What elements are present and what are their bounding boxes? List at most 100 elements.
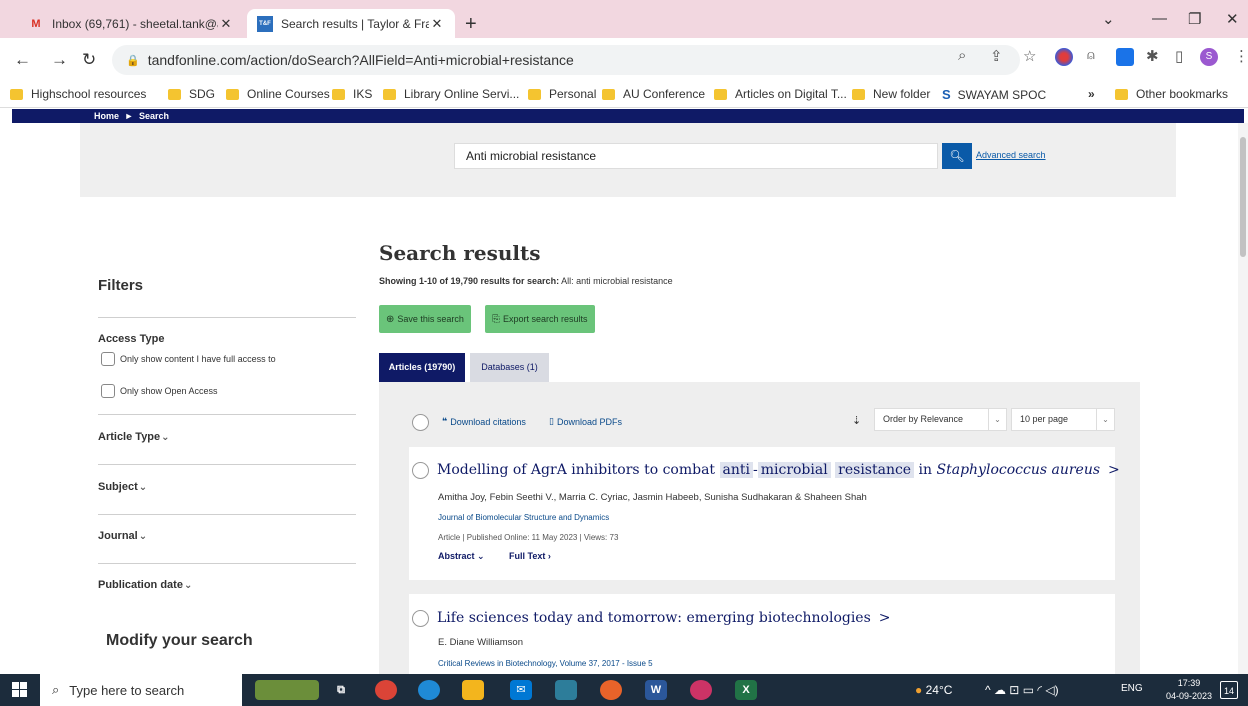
restore-button[interactable]: ❐ [1188, 10, 1201, 28]
tab-gmail[interactable]: M Inbox (69,761) - sheetal.tank@atr ✕ [18, 9, 244, 38]
menu-kebab-icon[interactable]: ⋮ [1234, 47, 1248, 65]
journal-facet[interactable]: Journal⌄ [98, 530, 147, 542]
scrollbar-thumb[interactable] [1240, 137, 1246, 257]
scrollbar[interactable] [1238, 123, 1248, 674]
taskbar-search-input[interactable]: ⌕ Type here to search [40, 674, 242, 706]
browser-tab-strip: M Inbox (69,761) - sheetal.tank@atr ✕ T&… [0, 0, 1248, 38]
tab-articles[interactable]: Articles (19790) [379, 353, 465, 382]
firefox-icon[interactable] [600, 680, 622, 700]
chrome-profile-icon[interactable] [690, 680, 712, 700]
folder-icon [383, 88, 396, 100]
bookmark-new-folder[interactable]: New folder [852, 87, 930, 101]
quote-icon: ❝ [442, 416, 448, 426]
abstract-toggle[interactable]: Abstract ⌄ [438, 551, 485, 562]
close-tab-icon[interactable]: ✕ [429, 16, 445, 32]
news-widget-icon[interactable] [255, 680, 319, 700]
more-bookmarks-button[interactable]: » [1088, 87, 1095, 101]
result-journal-link[interactable]: Journal of Biomolecular Structure and Dy… [438, 513, 609, 522]
tab-search-results[interactable]: T&F Search results | Taylor & Francis C … [247, 9, 455, 38]
chevron-down-icon: ⌄ [138, 531, 148, 542]
export-icon: ⎘ [492, 313, 500, 325]
lock-icon: 🔒 [126, 54, 140, 67]
bookmark-au-conference[interactable]: AU Conference [602, 87, 705, 101]
extensions-puzzle-icon[interactable]: ✱ [1146, 47, 1159, 65]
publication-date-facet[interactable]: Publication date⌄ [98, 579, 192, 591]
download-citations-link[interactable]: ❝ Download citations [442, 416, 526, 427]
close-window-button[interactable]: ✕ [1226, 10, 1239, 28]
gmail-icon: M [31, 17, 41, 30]
divider [98, 317, 356, 318]
folder-icon [168, 88, 181, 100]
result-title-link[interactable]: Life sciences today and tomorrow: emergi… [437, 610, 891, 626]
advanced-search-link[interactable]: Advanced search [976, 150, 1046, 160]
bookmark-star-icon[interactable]: ☆ [1023, 47, 1036, 65]
forward-button[interactable]: → [51, 50, 68, 70]
open-access-checkbox[interactable]: Only show Open Access [101, 384, 218, 398]
select-all-radio[interactable] [412, 414, 429, 431]
save-search-button[interactable]: ⊕ Save this search [379, 305, 471, 333]
mail-icon[interactable]: ✉ [510, 680, 532, 700]
result-title-link[interactable]: Modelling of AgrA inhibitors to combat a… [437, 462, 1120, 478]
bookmark-library[interactable]: Library Online Servi... [383, 87, 519, 101]
bookmark-iks[interactable]: IKS [332, 87, 372, 101]
checkbox[interactable] [101, 384, 115, 398]
excel-icon[interactable]: X [735, 680, 757, 700]
bookmark-articles-digital[interactable]: Articles on Digital T... [714, 87, 847, 101]
bookmark-highschool[interactable]: Highschool resources [10, 87, 146, 101]
article-type-facet[interactable]: Article Type⌄ [98, 431, 170, 443]
weather-widget[interactable]: ● 24°C [915, 683, 952, 697]
clock[interactable]: 17:39 04-09-2023 [1166, 677, 1212, 703]
bookmark-personal[interactable]: Personal [528, 87, 596, 101]
result-select-radio[interactable] [412, 610, 429, 627]
system-tray-icons[interactable]: ^ ☁ ⊡ ▭ ◜ ◁) [985, 683, 1059, 697]
file-explorer-icon[interactable] [462, 680, 484, 700]
filters-title: Filters [98, 277, 144, 294]
edge-icon[interactable] [418, 680, 440, 700]
extension-icon[interactable] [1055, 48, 1073, 66]
chevron-right-icon: > [878, 610, 891, 626]
full-access-checkbox[interactable]: Only show content I have full access to [101, 352, 276, 366]
notification-center-icon[interactable]: 14 [1220, 681, 1238, 699]
bookmark-sdg[interactable]: SDG [168, 87, 215, 101]
chevron-down-icon: ⌄ [1096, 409, 1114, 430]
subject-facet[interactable]: Subject⌄ [98, 481, 147, 493]
close-tab-icon[interactable]: ✕ [218, 16, 234, 32]
full-text-link[interactable]: Full Text › [509, 551, 551, 561]
address-bar[interactable]: 🔒 tandfonline.com/action/doSearch?AllFie… [112, 45, 1020, 75]
new-tab-button[interactable]: + [465, 13, 477, 36]
result-select-radio[interactable] [412, 462, 429, 479]
checkbox[interactable] [101, 352, 115, 366]
search-band: Anti microbial resistance 🔍︎ Advanced se… [80, 123, 1176, 197]
search-input[interactable]: Anti microbial resistance [454, 143, 938, 169]
search-icon: 🔍︎ [949, 149, 965, 163]
bookmark-swayam[interactable]: S SWAYAM SPOC [942, 87, 1046, 102]
download-pdfs-link[interactable]: ▯ Download PDFs [549, 416, 622, 427]
minimize-button[interactable]: — [1152, 10, 1167, 27]
divider [98, 464, 356, 465]
tab-search-chevron-icon[interactable]: ⌄ [1102, 10, 1115, 28]
zoom-icon[interactable]: ⌕ [958, 47, 966, 64]
result-journal-link[interactable]: Critical Reviews in Biotechnology, Volum… [438, 659, 653, 668]
mouse-extension-icon[interactable]: ⍝ [1087, 47, 1095, 63]
reload-button[interactable]: ↻ [82, 50, 96, 70]
toolbar: ← → ↻ 🔒 tandfonline.com/action/doSearch?… [0, 38, 1248, 82]
store-icon[interactable] [555, 680, 577, 700]
export-results-button[interactable]: ⎘ Export search results [485, 305, 595, 333]
windows-start-icon[interactable] [12, 682, 27, 697]
tab-databases[interactable]: Databases (1) [470, 353, 549, 382]
per-page-select[interactable]: 10 per page ⌄ [1011, 408, 1115, 431]
profile-avatar[interactable]: S [1200, 48, 1218, 66]
side-panel-icon[interactable]: ▯ [1175, 47, 1183, 65]
breadcrumb-home[interactable]: Home [94, 111, 119, 121]
word-icon[interactable]: W [645, 680, 667, 700]
back-button[interactable]: ← [14, 50, 31, 70]
order-by-select[interactable]: Order by Relevance ⌄ [874, 408, 1007, 431]
new-extension-icon[interactable] [1116, 48, 1134, 66]
chrome-icon[interactable] [375, 680, 397, 700]
task-view-icon[interactable]: ⧉ [330, 680, 352, 700]
bookmark-other[interactable]: Other bookmarks [1115, 87, 1228, 101]
search-button[interactable]: 🔍︎ [942, 143, 972, 169]
language-indicator[interactable]: ENG [1121, 683, 1143, 694]
share-icon[interactable]: ⇪ [990, 47, 1003, 65]
bookmark-online-courses[interactable]: Online Courses [226, 87, 330, 101]
